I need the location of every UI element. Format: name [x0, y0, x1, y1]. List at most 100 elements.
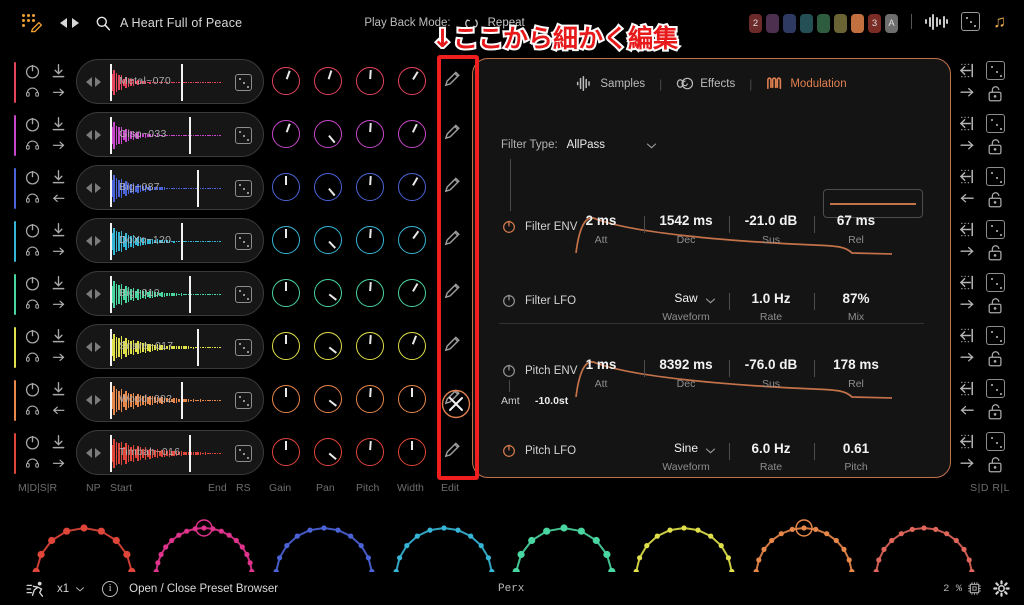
power-icon[interactable]	[501, 219, 517, 235]
power-icon[interactable]	[24, 381, 41, 398]
power-icon[interactable]	[24, 222, 41, 239]
width-knob[interactable]	[398, 332, 426, 360]
gain-knob[interactable]	[272, 67, 300, 95]
step-sequencer[interactable]	[384, 500, 504, 575]
insert-left-icon[interactable]	[958, 62, 977, 79]
step-sequencer[interactable]	[504, 500, 624, 576]
param-value-rel[interactable]: 67 ms	[811, 213, 901, 228]
param-value-dec[interactable]: 8392 ms	[641, 357, 731, 372]
arrow-left-icon[interactable]	[50, 192, 68, 206]
headphones-icon[interactable]	[24, 244, 41, 259]
pan-knob[interactable]	[314, 438, 342, 466]
randomize-dice-icon[interactable]	[235, 74, 252, 91]
sample-browse-arrows[interactable]	[86, 289, 101, 299]
headphones-icon[interactable]	[24, 138, 41, 153]
insert-left-icon[interactable]	[958, 115, 977, 132]
gain-knob[interactable]	[272, 385, 300, 413]
chevron-down-icon[interactable]	[646, 142, 657, 149]
voice-chip-8[interactable]: 3	[868, 14, 881, 33]
arrow-right-icon[interactable]	[958, 456, 977, 472]
gain-knob[interactable]	[272, 438, 300, 466]
insert-left-icon[interactable]	[958, 327, 977, 344]
randomize-dice-icon[interactable]	[986, 379, 1005, 398]
step-sequencer[interactable]	[144, 500, 264, 575]
sample-slot[interactable]: Big~010	[76, 271, 264, 316]
step-sequencer[interactable]	[744, 500, 864, 575]
unlock-icon[interactable]	[986, 297, 1005, 315]
sample-slot[interactable]: Timbah~016	[76, 430, 264, 475]
next-sample-icon[interactable]	[95, 289, 101, 299]
gain-knob[interactable]	[272, 279, 300, 307]
preset-name-label[interactable]: A Heart Full of Peace	[120, 16, 242, 30]
sample-slot[interactable]: Big~087	[76, 165, 264, 210]
randomize-dice-icon[interactable]	[961, 12, 981, 31]
pan-knob[interactable]	[314, 120, 342, 148]
prev-sample-icon[interactable]	[86, 395, 92, 405]
unlock-icon[interactable]	[986, 85, 1005, 103]
param-value-att[interactable]: 1 ms	[556, 357, 646, 372]
randomize-dice-icon[interactable]	[235, 445, 252, 462]
width-knob[interactable]	[398, 173, 426, 201]
param-value-rate[interactable]: 1.0 Hz	[726, 291, 816, 306]
insert-left-icon[interactable]	[958, 274, 977, 291]
chevron-down-icon[interactable]	[705, 297, 716, 304]
voice-chip-6[interactable]	[834, 14, 847, 33]
prev-sample-icon[interactable]	[86, 289, 92, 299]
param-value-rel[interactable]: 178 ms	[811, 357, 901, 372]
sample-start-marker[interactable]	[110, 223, 112, 260]
download-icon[interactable]	[50, 434, 67, 451]
power-icon[interactable]	[501, 443, 517, 459]
download-icon[interactable]	[50, 275, 67, 292]
sample-browse-arrows[interactable]	[86, 395, 101, 405]
filter-type-value[interactable]: AllPass	[567, 139, 605, 151]
gain-knob[interactable]	[272, 120, 300, 148]
download-icon[interactable]	[50, 328, 67, 345]
param-value-pitch[interactable]: 0.61	[811, 441, 901, 456]
voice-chip-7[interactable]	[851, 14, 864, 33]
arrow-right-icon[interactable]	[958, 244, 977, 260]
sequencer-arc[interactable]	[384, 500, 504, 575]
param-value-rate[interactable]: 6.0 Hz	[726, 441, 816, 456]
next-sample-icon[interactable]	[95, 395, 101, 405]
randomize-dice-icon[interactable]	[235, 339, 252, 356]
close-x-icon[interactable]	[441, 389, 471, 419]
info-icon[interactable]: i	[102, 580, 119, 597]
power-icon[interactable]	[24, 328, 41, 345]
randomize-dice-icon[interactable]	[986, 326, 1005, 345]
search-icon[interactable]	[95, 15, 111, 31]
headphones-icon[interactable]	[24, 350, 41, 365]
unlock-icon[interactable]	[986, 350, 1005, 368]
download-icon[interactable]	[50, 381, 67, 398]
arrow-left-icon[interactable]	[50, 404, 68, 418]
width-knob[interactable]	[398, 385, 426, 413]
voice-chip-1[interactable]: 2	[749, 14, 762, 33]
arrow-right-icon[interactable]	[958, 297, 977, 313]
sample-browse-arrows[interactable]	[86, 130, 101, 140]
power-icon[interactable]	[501, 293, 517, 309]
sample-slot[interactable]: Wood~002	[76, 377, 264, 422]
gain-knob[interactable]	[272, 332, 300, 360]
prev-sample-icon[interactable]	[86, 77, 92, 87]
param-value-sus[interactable]: -21.0 dB	[726, 213, 816, 228]
pencil-icon[interactable]	[443, 175, 462, 194]
next-sample-icon[interactable]	[95, 342, 101, 352]
download-icon[interactable]	[50, 63, 67, 80]
pitch-knob[interactable]	[356, 279, 384, 307]
unlock-icon[interactable]	[986, 138, 1005, 156]
waveform-icon[interactable]	[925, 13, 949, 30]
sample-browse-arrows[interactable]	[86, 342, 101, 352]
randomize-dice-icon[interactable]	[986, 114, 1005, 133]
preset-nav[interactable]	[60, 18, 79, 28]
sample-browse-arrows[interactable]	[86, 236, 101, 246]
pan-knob[interactable]	[314, 332, 342, 360]
unlock-icon[interactable]	[986, 403, 1005, 421]
insert-left-icon[interactable]	[958, 168, 977, 185]
next-sample-icon[interactable]	[95, 130, 101, 140]
param-value-att[interactable]: 2 ms	[556, 213, 646, 228]
sample-browse-arrows[interactable]	[86, 77, 101, 87]
arrow-right-icon[interactable]	[958, 85, 977, 101]
param-value-waveform[interactable]: Saw	[641, 291, 731, 305]
sample-slot[interactable]: Gisp~033	[76, 112, 264, 157]
randomize-dice-icon[interactable]	[986, 432, 1005, 451]
power-icon[interactable]	[24, 434, 41, 451]
